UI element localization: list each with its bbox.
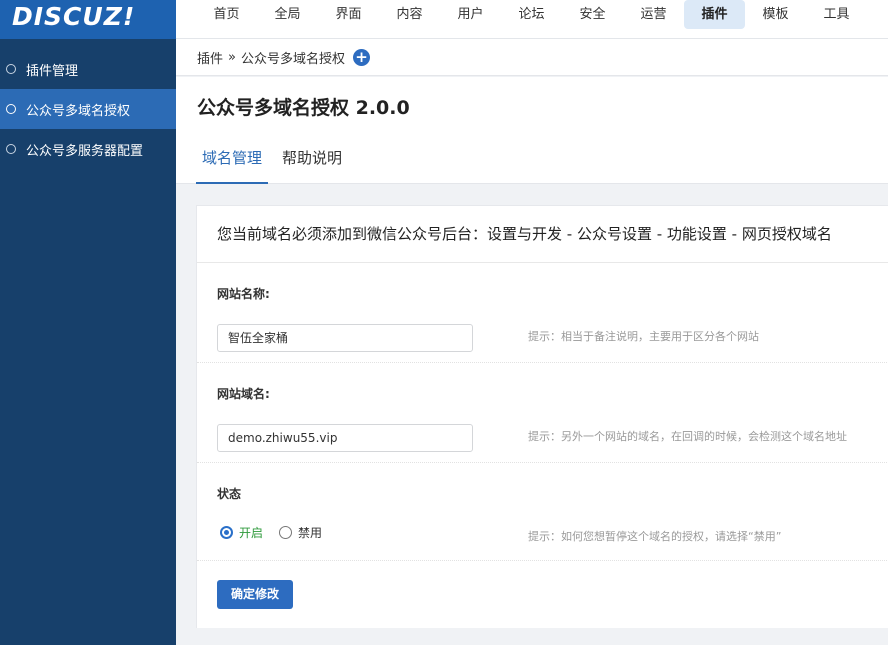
notice-text: 您当前域名必须添加到微信公众号后台：设置与开发 - 公众号设置 - 功能设置 -… <box>197 206 888 263</box>
nav-home[interactable]: 首页 <box>196 0 257 39</box>
breadcrumb-current: 公众号多域名授权 <box>241 48 345 67</box>
page-header: 公众号多域名授权 2.0.0 域名管理 帮助说明 <box>176 77 888 184</box>
nav-users[interactable]: 用户 <box>440 0 501 39</box>
nav-global[interactable]: 全局 <box>257 0 318 39</box>
page-title: 公众号多域名授权 2.0.0 <box>197 93 410 120</box>
sidebar-item-label: 插件管理 <box>26 60 78 79</box>
site-domain-input[interactable]: demo.zhiwu55.vip <box>217 424 473 452</box>
status-enabled-radio[interactable]: 开启 <box>220 524 263 541</box>
nav-plugins[interactable]: 插件 <box>684 0 745 29</box>
site-name-label: 网站名称: <box>217 285 270 302</box>
tab-domain-management[interactable]: 域名管理 <box>196 139 268 184</box>
nav-security[interactable]: 安全 <box>562 0 623 39</box>
sidebar: DISCUZ! 插件管理 公众号多域名授权 公众号多服务器配置 <box>0 0 176 645</box>
nav-site[interactable]: 站 <box>867 0 888 39</box>
tab-bar: 域名管理 帮助说明 <box>196 139 356 184</box>
discuz-logo[interactable]: DISCUZ! <box>0 0 176 39</box>
divider <box>197 462 888 463</box>
sidebar-item-plugin-management[interactable]: 插件管理 <box>0 49 176 89</box>
circle-bullet-icon <box>6 64 16 74</box>
radio-unchecked-icon <box>279 526 292 539</box>
site-name-hint: 提示：相当于备注说明，主要用于区分各个网站 <box>528 328 759 344</box>
status-label: 状态 <box>217 485 241 502</box>
nav-operations[interactable]: 运营 <box>623 0 684 39</box>
site-domain-label: 网站域名: <box>217 385 270 402</box>
radio-label: 禁用 <box>298 524 322 541</box>
nav-interface[interactable]: 界面 <box>318 0 379 39</box>
site-name-input[interactable]: 智伍全家桶 <box>217 324 473 352</box>
radio-label: 开启 <box>239 524 263 541</box>
form-card: 您当前域名必须添加到微信公众号后台：设置与开发 - 公众号设置 - 功能设置 -… <box>196 205 888 628</box>
circle-bullet-icon <box>6 104 16 114</box>
breadcrumb: 插件 » 公众号多域名授权 + <box>176 39 888 76</box>
nav-content[interactable]: 内容 <box>379 0 440 39</box>
sidebar-item-multi-domain-auth[interactable]: 公众号多域名授权 <box>0 89 176 129</box>
circle-bullet-icon <box>6 144 16 154</box>
status-disabled-radio[interactable]: 禁用 <box>279 524 322 541</box>
divider <box>197 362 888 363</box>
tab-help[interactable]: 帮助说明 <box>276 139 348 184</box>
nav-forum[interactable]: 论坛 <box>501 0 562 39</box>
sidebar-item-label: 公众号多服务器配置 <box>26 140 143 159</box>
breadcrumb-parent[interactable]: 插件 <box>197 48 223 67</box>
nav-templates[interactable]: 模板 <box>745 0 806 39</box>
add-plus-icon[interactable]: + <box>353 49 370 66</box>
status-hint: 提示：如何您想暂停这个域名的授权，请选择“禁用” <box>528 528 781 544</box>
site-domain-hint: 提示：另外一个网站的域名，在回调的时候，会检测这个域名地址 <box>528 428 847 444</box>
breadcrumb-separator: » <box>228 50 236 65</box>
submit-button[interactable]: 确定修改 <box>217 580 293 609</box>
sidebar-item-label: 公众号多域名授权 <box>26 100 130 119</box>
sidebar-nav: 插件管理 公众号多域名授权 公众号多服务器配置 <box>0 49 176 169</box>
radio-checked-icon <box>220 526 233 539</box>
sidebar-item-multi-server-config[interactable]: 公众号多服务器配置 <box>0 129 176 169</box>
nav-tools[interactable]: 工具 <box>806 0 867 39</box>
divider <box>197 560 888 561</box>
top-nav: 首页 全局 界面 内容 用户 论坛 安全 运营 插件 模板 工具 站 <box>176 0 888 39</box>
